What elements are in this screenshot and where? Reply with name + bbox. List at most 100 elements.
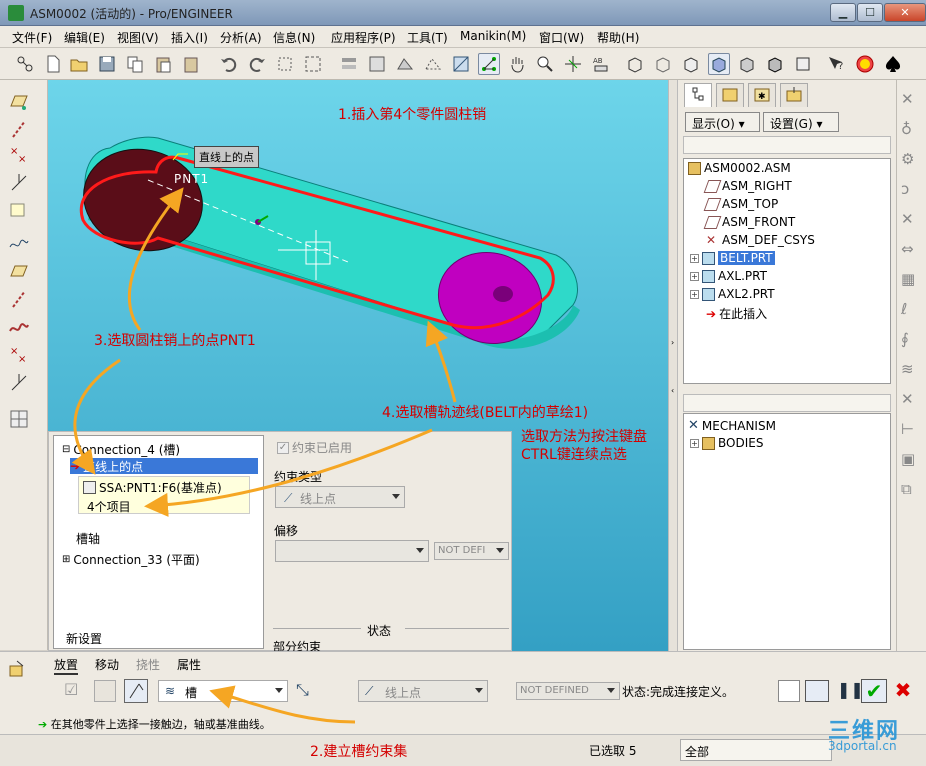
drag-icon[interactable]: ⇔ <box>901 240 921 260</box>
datum-axis-icon[interactable] <box>8 118 32 142</box>
tree-item-axl2[interactable]: + AXL2.PRT <box>690 287 775 301</box>
menu-manikin[interactable]: Manikin(M) <box>460 29 526 43</box>
analysis-icon[interactable]: ▦ <box>901 270 921 290</box>
expand-arrow-icon[interactable]: ‹ <box>671 386 674 395</box>
refit-icon[interactable] <box>562 53 584 75</box>
expand-icon[interactable]: + <box>690 271 699 281</box>
no-hidden-icon[interactable] <box>680 53 702 75</box>
tab-folder-browser[interactable] <box>716 83 744 107</box>
check-list-icon[interactable]: ☑ <box>64 680 86 702</box>
enhanced-realism-icon[interactable] <box>736 53 758 75</box>
connection-4-item[interactable]: ⊟ Connection_4 (槽) <box>62 441 180 458</box>
separate-window-icon[interactable] <box>778 680 800 702</box>
layer-icon[interactable] <box>338 53 360 75</box>
curve-sketch-icon[interactable] <box>8 316 32 340</box>
tab-flexibility[interactable]: 挠性 <box>136 656 160 673</box>
collapse-arrow-icon[interactable]: › <box>671 338 674 347</box>
minimize-button[interactable]: ▁ <box>830 3 856 22</box>
curve-icon[interactable] <box>8 232 32 256</box>
model-tree-icon[interactable] <box>14 53 36 75</box>
offset-dropdown[interactable] <box>275 540 429 562</box>
pan-hand-icon[interactable] <box>506 53 528 75</box>
tree-item-asm-front[interactable]: ASM_FRONT <box>703 215 795 229</box>
open-folder-icon[interactable] <box>68 53 90 75</box>
reference-collector[interactable]: SSA:PNT1:F6(基准点) 4个项目 <box>78 476 250 514</box>
datum-point-icon[interactable]: × × <box>8 144 32 168</box>
spin-center-icon[interactable]: AB <box>590 53 612 75</box>
menu-window[interactable]: 窗口(W) <box>539 29 584 46</box>
tree-item-bodies[interactable]: + BODIES <box>690 436 763 450</box>
tree-item-axl[interactable]: + AXL.PRT <box>690 269 767 283</box>
damper-icon[interactable]: ∮ <box>901 330 921 350</box>
confirm-check-icon[interactable]: ✔ <box>861 679 887 703</box>
pnt1-label[interactable]: PNT1 <box>174 172 209 186</box>
tree-item-asm-def-csys[interactable]: ✕ ASM_DEF_CSYS <box>706 233 815 247</box>
playback-icon[interactable]: ▣ <box>901 450 921 470</box>
datum-csys-icon[interactable] <box>8 172 32 196</box>
constraint-type-dropdown[interactable]: ⟋ 线上点 <box>275 486 405 508</box>
render-icon[interactable] <box>366 53 388 75</box>
constraint-enabled-checkbox[interactable]: ✓ 约束已启用 <box>277 439 352 456</box>
menu-tools[interactable]: 工具(T) <box>407 29 448 46</box>
redo-icon[interactable] <box>246 53 268 75</box>
expand-icon[interactable]: + <box>690 289 699 299</box>
menu-insert[interactable]: 插入(I) <box>171 29 208 46</box>
tab-model-tree[interactable] <box>684 83 712 107</box>
measure-icon[interactable]: ⧉ <box>901 480 921 500</box>
menu-analysis[interactable]: 分析(A) <box>220 29 262 46</box>
copy-icon[interactable] <box>124 53 146 75</box>
tab-properties[interactable]: 属性 <box>177 656 201 673</box>
gravity-icon[interactable]: ⊢ <box>901 420 921 440</box>
menu-view[interactable]: 视图(V) <box>117 29 159 46</box>
panel-splitter[interactable]: › ‹ <box>668 80 678 651</box>
menu-edit[interactable]: 编辑(E) <box>64 29 105 46</box>
new-file-icon[interactable] <box>42 53 64 75</box>
tab-move[interactable]: 移动 <box>95 656 119 673</box>
connect-icon[interactable]: ✕ <box>901 210 921 230</box>
close-button[interactable]: ✕ <box>884 3 926 22</box>
regenerate-icon[interactable] <box>274 53 296 75</box>
show-menu-button[interactable]: 显示(O) ▾ <box>685 112 760 132</box>
expand-icon[interactable]: + <box>690 253 699 263</box>
save-icon[interactable] <box>96 53 118 75</box>
appearance-icon[interactable] <box>792 53 814 75</box>
tab-connections[interactable] <box>780 83 808 107</box>
servo-icon[interactable]: ✕ <box>901 390 921 410</box>
offset-value-field[interactable]: NOT DEFINED <box>516 682 620 700</box>
expand-icon[interactable]: + <box>690 438 699 448</box>
user-defined-icon[interactable] <box>124 679 148 703</box>
tree-item-asm-top[interactable]: ASM_TOP <box>703 197 778 211</box>
sketch-icon[interactable] <box>8 200 32 224</box>
tree-item-belt[interactable]: + BELT.PRT <box>690 251 775 265</box>
paste-special-icon[interactable] <box>180 53 202 75</box>
point-on-line-item[interactable]: ➔ 直线上的点 <box>70 458 258 474</box>
window-icon[interactable] <box>94 680 116 702</box>
ref-pnt1[interactable]: SSA:PNT1:F6(基准点) <box>83 479 222 496</box>
hidden-line-icon[interactable] <box>652 53 674 75</box>
cancel-x-icon[interactable]: ✖ <box>892 679 914 703</box>
mech-icon[interactable]: ✕ <box>901 90 921 110</box>
menu-info[interactable]: 信息(N) <box>273 29 315 46</box>
paste-icon[interactable] <box>152 53 174 75</box>
shaded-icon[interactable] <box>708 53 730 75</box>
tab-favorites[interactable]: ✱ <box>748 83 776 107</box>
offset-csys-icon[interactable] <box>8 372 32 396</box>
tree-item-mechanism[interactable]: ✕ MECHANISM <box>688 418 776 433</box>
plane-icon[interactable] <box>8 260 32 284</box>
constraint-dropdown[interactable]: ⟋ 线上点 <box>358 680 488 702</box>
expand-icon[interactable]: ⊞ <box>62 554 70 565</box>
tree-item-asm-right[interactable]: ASM_RIGHT <box>703 179 792 193</box>
ref-four-items[interactable]: 4个项目 <box>87 498 131 515</box>
shade-edges-icon[interactable] <box>764 53 786 75</box>
grid-icon[interactable] <box>8 408 32 432</box>
cam-icon[interactable]: ↄ <box>901 180 921 200</box>
spring-icon[interactable]: ℓ <box>901 300 921 320</box>
collapse-icon[interactable]: ⊟ <box>62 444 70 455</box>
datum-plane-icon[interactable] <box>8 90 32 114</box>
axis-icon[interactable] <box>8 288 32 312</box>
tab-placement[interactable]: 放置 <box>54 656 79 675</box>
spade-icon[interactable] <box>882 53 904 75</box>
whats-this-icon[interactable]: ? <box>826 53 848 75</box>
view-manager-icon[interactable] <box>394 53 416 75</box>
offset-status-field[interactable]: NOT DEFI <box>434 542 509 560</box>
